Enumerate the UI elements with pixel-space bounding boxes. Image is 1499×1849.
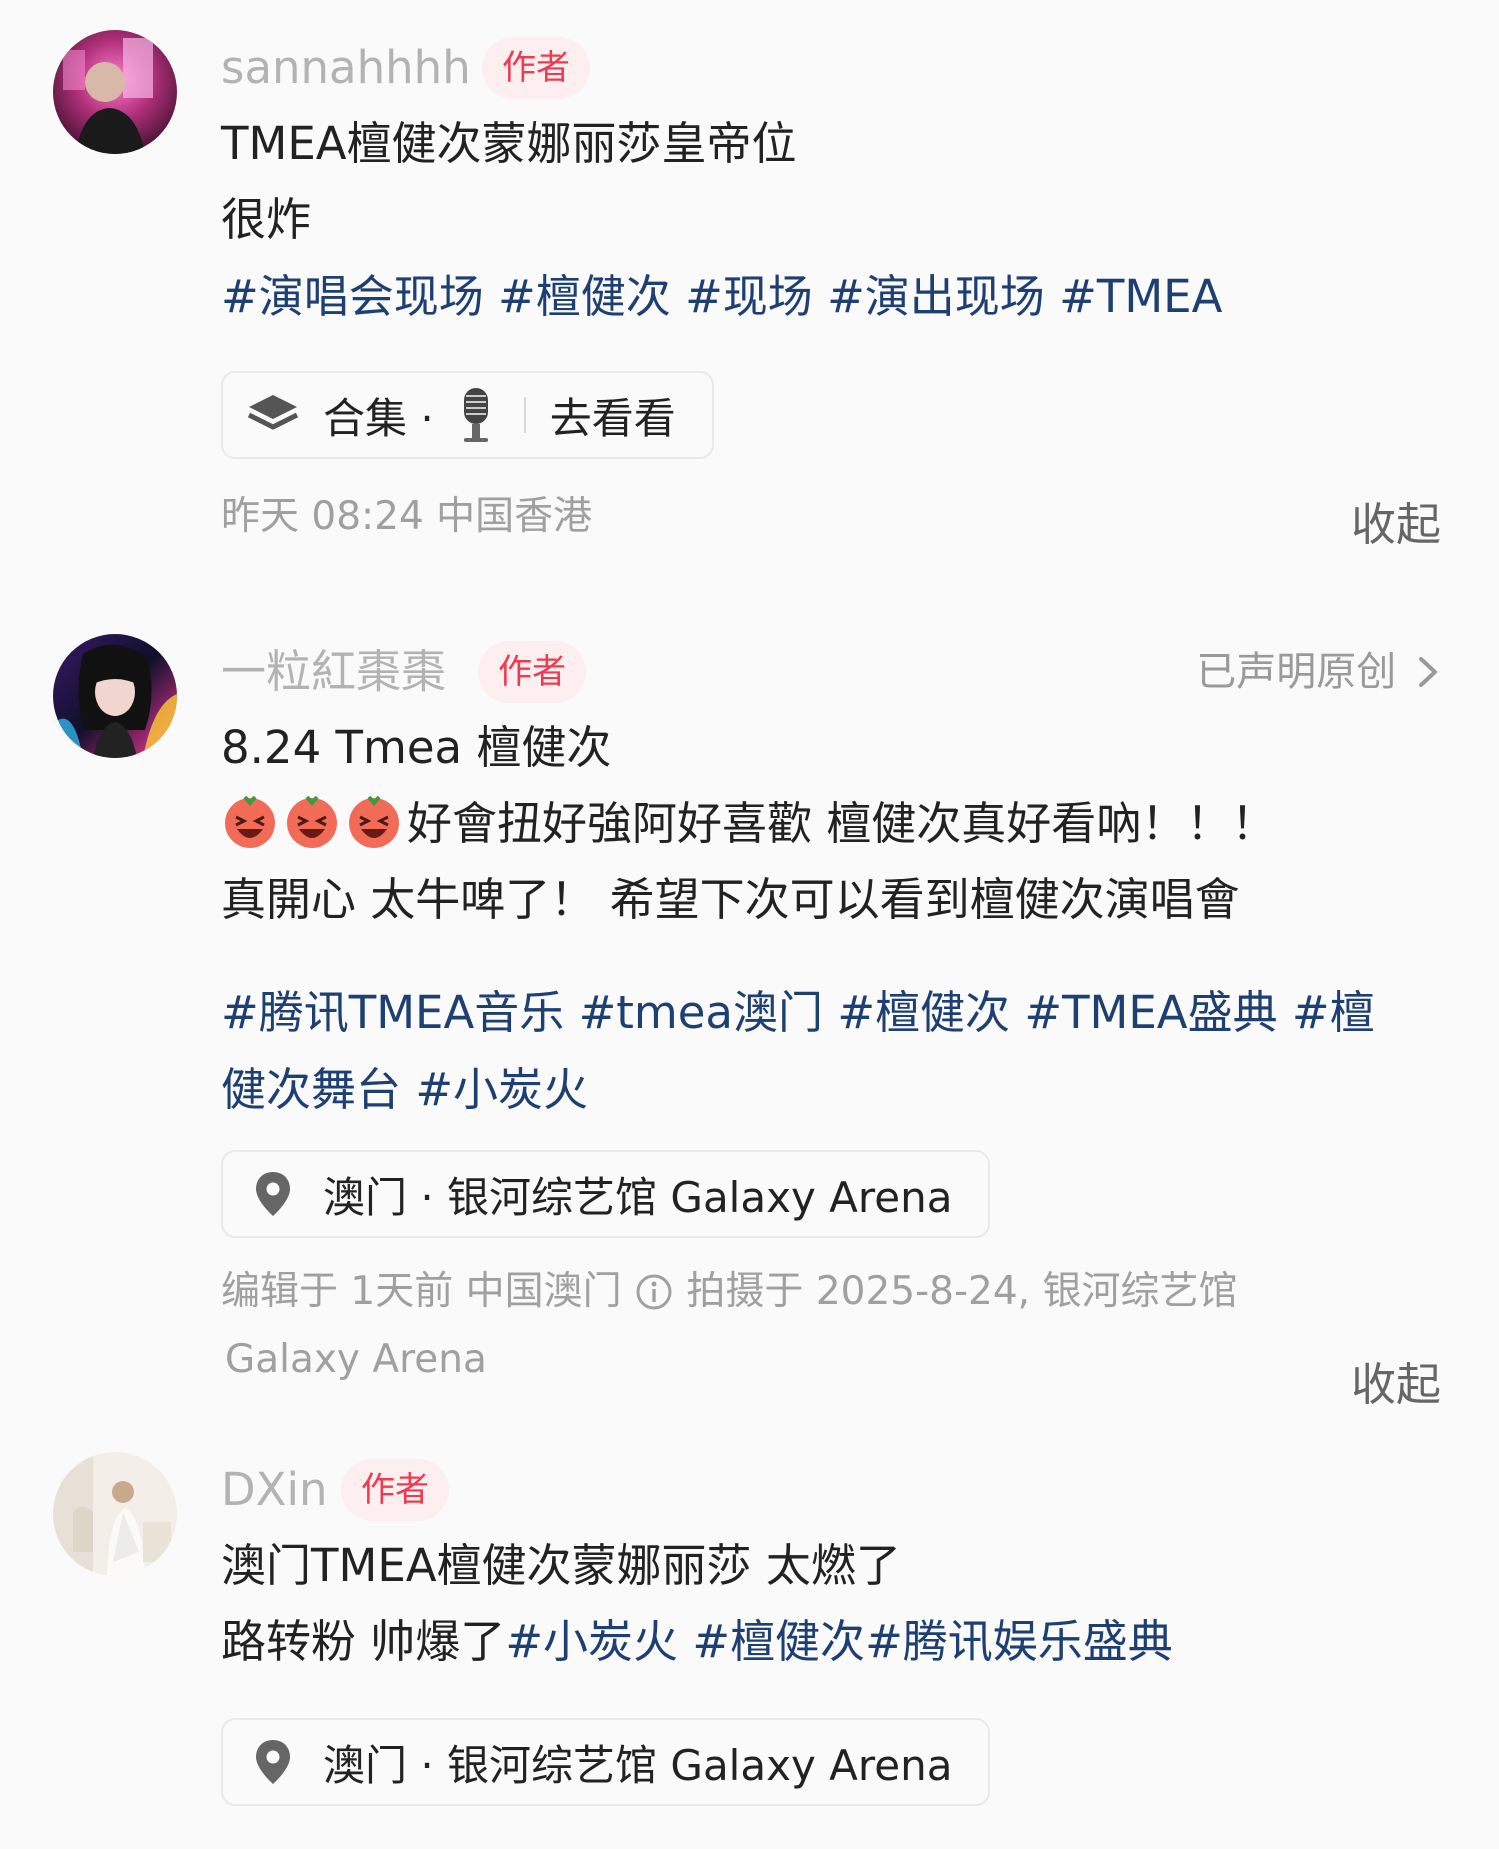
go-see-link[interactable]: 去看看 [550, 385, 676, 446]
username[interactable]: sannahhhh [221, 30, 471, 106]
post-text-line: TMEA檀健次蒙娜丽莎皇帝位 [221, 117, 797, 170]
username[interactable]: DXin [221, 1452, 328, 1528]
original-declared-label: 已声明原创 [1196, 649, 1397, 695]
post-text-line: 好會扭好強阿好喜歡 檀健次真好看吶！！！ [221, 786, 1441, 862]
post-header: DXin 作者 [221, 1452, 1441, 1528]
microphone-icon [463, 388, 488, 442]
hashtag-row: #腾讯TMEA音乐 #tmea澳门 #檀健次 #TMEA盛典 #檀 [221, 974, 1441, 1051]
hashtag[interactable]: #檀 [1292, 986, 1375, 1039]
collapse-button[interactable]: 收起 [1351, 1348, 1441, 1413]
hashtag[interactable]: #小炭火 [415, 1063, 588, 1116]
divider [523, 397, 526, 433]
collection-label: 合集 · [323, 393, 434, 443]
author-badge: 作者 [482, 37, 590, 99]
hashtag[interactable]: #TMEA [1059, 270, 1222, 323]
post-header: 一粒紅棗棗 作者 已声明原创 [221, 634, 1441, 710]
hashtag[interactable]: 健次舞台 [221, 1063, 401, 1116]
hashtag[interactable]: #檀健次 [837, 986, 1010, 1039]
author-badge: 作者 [478, 641, 586, 703]
username[interactable]: 一粒紅棗棗 [221, 634, 446, 710]
laughing-emoji-icon [349, 795, 399, 848]
capture-info: 拍摄于 2025-8-24, 银河综艺馆 [686, 1269, 1238, 1314]
avatar[interactable] [53, 1452, 177, 1576]
layers-icon [247, 395, 299, 430]
post-text-line: 很炸 [221, 193, 312, 246]
hashtag[interactable]: #演唱会现场 [221, 270, 484, 323]
hashtag[interactable]: #腾讯娱乐盛典 [865, 1615, 1173, 1668]
post-text-line: 澳门TMEA檀健次蒙娜丽莎 太燃了 [221, 1539, 901, 1592]
edit-info: 编辑于 1天前 中国澳门 [221, 1269, 622, 1314]
post-header: sannahhhh 作者 [221, 30, 1441, 106]
hashtag[interactable]: #檀健次 [692, 1615, 865, 1668]
post-text-line: 8.24 Tmea 檀健次 [221, 721, 612, 774]
post-meta: 编辑于 1天前 中国澳门 拍摄于 2025-8-24, 银河综艺馆 [221, 1258, 1441, 1326]
post-meta: 昨天 08:24 中国香港 [221, 494, 593, 539]
hashtag[interactable]: #演出现场 [827, 270, 1045, 323]
hashtag[interactable]: #tmea澳门 [579, 986, 823, 1039]
collapse-button[interactable]: 收起 [1351, 488, 1441, 553]
laughing-emoji-icon [225, 795, 275, 848]
avatar[interactable] [53, 634, 177, 758]
hashtag[interactable]: #现场 [685, 270, 813, 323]
hashtag-row: #演唱会现场 #檀健次 #现场 #演出现场 #TMEA [221, 258, 1441, 335]
location-chip[interactable]: 澳门 · 银河综艺馆 Galaxy Arena [221, 1718, 991, 1806]
hashtag[interactable]: #腾讯TMEA音乐 [221, 986, 564, 1039]
post-text-line: 真開心 太牛啤了！ 希望下次可以看到檀健次演唱會 [221, 873, 1240, 926]
laughing-emoji-icon [287, 795, 337, 848]
location-chip[interactable]: 澳门 · 银河综艺馆 Galaxy Arena [221, 1150, 991, 1238]
original-declared-link[interactable]: 已声明原创 [1196, 634, 1441, 710]
location-label: 澳门 · 银河综艺馆 Galaxy Arena [323, 1740, 953, 1790]
location-label: 澳门 · 银河综艺馆 Galaxy Arena [323, 1172, 953, 1222]
post-text-line: 路转粉 帅爆了#小炭火 #檀健次#腾讯娱乐盛典 [221, 1604, 1441, 1680]
post-text: 路转粉 帅爆了 [221, 1615, 506, 1668]
chevron-right-icon [1419, 657, 1437, 687]
author-badge: 作者 [341, 1459, 449, 1521]
hashtag[interactable]: #TMEA盛典 [1024, 986, 1277, 1039]
post-text: 好會扭好強阿好喜歡 檀健次真好看吶！！！ [407, 797, 1277, 850]
location-pin-icon [256, 1172, 290, 1216]
hashtag[interactable]: #檀健次 [498, 270, 671, 323]
hashtag[interactable]: #小炭火 [505, 1615, 678, 1668]
post-meta-line: Galaxy Arena [225, 1337, 487, 1382]
location-pin-icon [256, 1740, 290, 1784]
collection-chip[interactable]: 合集 · 去看看 [221, 371, 714, 459]
info-icon[interactable] [634, 1272, 674, 1312]
avatar[interactable] [53, 30, 177, 154]
hashtag-row: 健次舞台 #小炭火 [221, 1051, 1441, 1128]
